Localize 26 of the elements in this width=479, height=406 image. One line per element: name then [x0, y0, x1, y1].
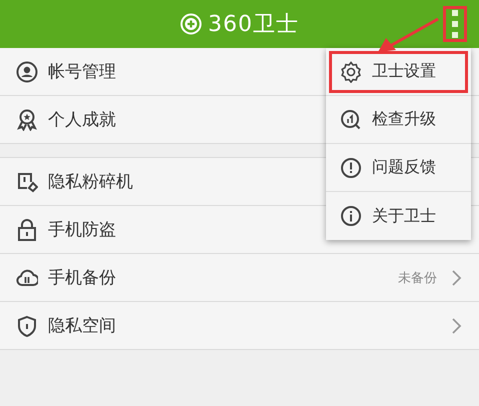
menu-item[interactable]: 卫士设置 [326, 48, 471, 96]
settings-row[interactable]: 隐私空间 [0, 302, 479, 350]
cloud-icon [16, 266, 38, 288]
settings-row[interactable]: 手机备份 未备份 [0, 254, 479, 302]
row-label: 帐号管理 [48, 61, 116, 83]
settings-icon [340, 60, 362, 82]
exclamation-icon [340, 156, 362, 178]
menu-item[interactable]: 检查升级 [326, 96, 471, 144]
info-icon [340, 205, 362, 227]
app-title: 360卫士 [208, 11, 299, 39]
row-label: 隐私粉碎机 [48, 171, 133, 193]
medal-icon [16, 108, 38, 130]
menu-item[interactable]: 问题反馈 [326, 144, 471, 192]
row-label: 隐私空间 [48, 315, 116, 337]
magnifier-chart-icon [340, 108, 362, 130]
status-text: 未备份 [398, 270, 437, 286]
more-menu-button[interactable] [443, 6, 467, 42]
shield-icon [16, 314, 38, 336]
row-label: 手机备份 [48, 267, 116, 289]
shredder-icon [16, 170, 38, 192]
row-label: 手机防盗 [48, 219, 116, 241]
lock-icon [16, 218, 38, 240]
annotation-arrow [378, 18, 439, 52]
logo-icon [180, 13, 202, 35]
user-icon [16, 60, 38, 82]
row-label: 个人成就 [48, 109, 116, 131]
